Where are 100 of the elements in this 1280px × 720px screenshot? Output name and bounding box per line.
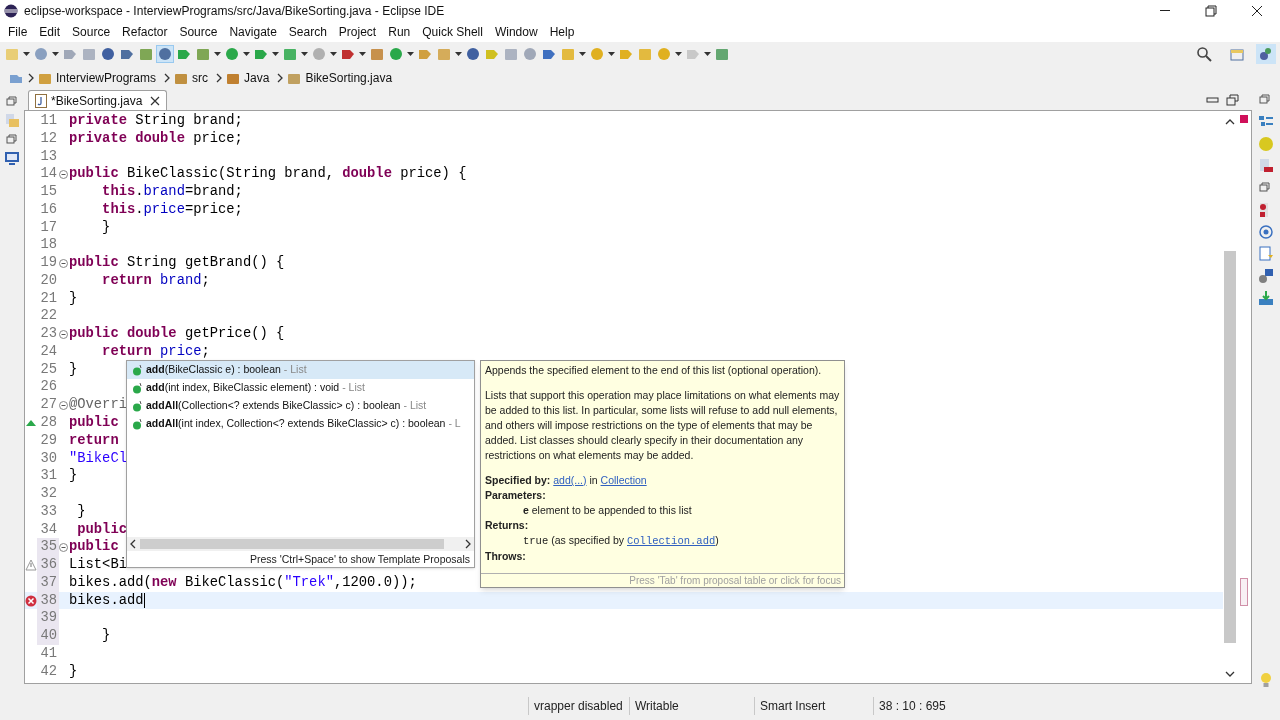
method-icon — [132, 418, 143, 430]
code-line: return price; — [101, 342, 210, 361]
menu-item[interactable]: Source — [173, 23, 224, 41]
status-text: 38 : 10 : 695 — [878, 698, 947, 715]
line-number: 26 — [39, 378, 58, 397]
menu-item[interactable]: Run — [382, 23, 417, 41]
fold-icon[interactable] — [59, 258, 68, 268]
menu-item[interactable]: Window — [488, 23, 544, 41]
lightbulb-icon[interactable] — [1259, 672, 1273, 688]
line-number: 29 — [39, 431, 58, 450]
line-number: 20 — [39, 271, 58, 290]
scroll-up-icon[interactable] — [1225, 117, 1235, 127]
console-icon[interactable] — [4, 150, 20, 166]
line-number: 24 — [39, 342, 58, 361]
java-perspective-icon[interactable] — [1256, 44, 1276, 64]
doc-paragraph: Lists that support this operation may place limitations on what elements may be added to this list. In particular, some lists will refuse to add null elements, and others will impose restrictions on the type of elements that may be added. List classes should clearly specify in their documentation any restrictions on what elements may be added. — [485, 388, 840, 463]
line-number: 33 — [39, 502, 58, 521]
fold-icon[interactable] — [59, 542, 68, 552]
restore-icon[interactable] — [6, 96, 18, 106]
menu-item[interactable]: Navigate — [223, 23, 283, 41]
menu-item[interactable]: Edit — [33, 23, 67, 41]
code-line: return — [69, 431, 119, 450]
code-line: "BikeCl — [69, 449, 127, 468]
code-line: return brand; — [101, 271, 210, 290]
code-line: } — [101, 218, 111, 237]
breadcrumb-item[interactable]: InterviewPrograms — [56, 69, 157, 87]
method-icon — [132, 382, 143, 394]
line-number: 13 — [39, 147, 58, 166]
open-perspective-icon[interactable] — [1229, 46, 1245, 62]
line-number: 42 — [39, 662, 58, 681]
returns-label: Returns: — [485, 518, 530, 533]
parameters-label: Parameters: — [485, 488, 547, 503]
code-line: } — [76, 502, 86, 521]
menu-item[interactable]: Source — [66, 23, 117, 41]
code-line: public — [69, 538, 119, 557]
code-line: public String getBrand() { — [69, 254, 285, 272]
status-text: Smart Insert — [759, 698, 827, 715]
proposal-item[interactable]: add(int index, BikeClassic element) : void - List — [127, 379, 474, 397]
menu-item[interactable]: Help — [543, 23, 581, 41]
code-line: @Overri — [69, 396, 127, 414]
throws-label: Throws: — [485, 549, 527, 564]
scroll-right-icon[interactable] — [464, 539, 472, 549]
line-number: 16 — [39, 200, 58, 219]
class-link[interactable]: Collection — [600, 474, 647, 486]
proposal-item[interactable]: add(BikeClassic e) : boolean - List — [127, 361, 474, 379]
menu-item[interactable]: Refactor — [116, 23, 174, 41]
code-line: } — [69, 360, 78, 379]
eclipse-logo-icon — [4, 4, 18, 18]
horizontal-scrollbar[interactable] — [127, 537, 474, 551]
code-line: this.price=price; — [101, 200, 243, 219]
line-number: 14 — [39, 165, 58, 184]
line-number: 15 — [39, 183, 58, 201]
scrollbar-thumb[interactable] — [1224, 251, 1236, 643]
line-number: 23 — [39, 325, 58, 343]
proposal-item[interactable]: addAll(Collection<? extends BikeClassic> c) : boolean - List — [127, 397, 474, 415]
returns-text: true (as specified by Collection.add) — [522, 533, 720, 549]
menu-item[interactable]: Quick Shell — [416, 23, 489, 41]
fold-icon[interactable] — [59, 329, 68, 339]
code-line: private double price; — [69, 129, 243, 148]
line-number: 22 — [39, 307, 58, 326]
line-number: 18 — [39, 236, 58, 255]
breadcrumb-item[interactable]: Java — [244, 69, 270, 87]
code-line: List<Bi — [69, 556, 127, 574]
menu-item[interactable]: Search — [282, 23, 333, 41]
line-number: 40 — [37, 627, 59, 645]
chevron-icon — [164, 73, 171, 83]
code-line: this.brand=brand; — [101, 183, 243, 201]
breadcrumb-item[interactable]: src — [192, 69, 209, 87]
editor-tab[interactable]: *BikeSorting.java — [28, 90, 168, 110]
maximize-icon[interactable] — [1226, 94, 1240, 106]
line-number: 39 — [37, 609, 59, 628]
line-number: 28 — [39, 414, 58, 432]
line-number: 12 — [39, 129, 58, 148]
fold-icon[interactable] — [59, 400, 68, 410]
fold-icon[interactable] — [59, 169, 68, 179]
annotation-marker — [1240, 578, 1248, 606]
menu-item[interactable]: File — [2, 23, 34, 41]
code-line: public — [76, 520, 127, 539]
line-number: 41 — [39, 644, 58, 663]
scroll-down-icon[interactable] — [1225, 669, 1235, 679]
proposal-item[interactable]: addAll(int index, Collection<? extends BikeClassic> c) : boolean - L — [127, 415, 474, 433]
breadcrumb-item[interactable]: BikeSorting.java — [305, 69, 393, 87]
close-icon[interactable] — [150, 95, 161, 106]
method-link[interactable]: add(...) — [553, 474, 587, 486]
specified-by-text: Specified by: add(...) in Collection — [485, 473, 648, 488]
menu-item[interactable]: Project — [332, 23, 383, 41]
line-number: 27 — [39, 396, 58, 414]
minimize-icon[interactable] — [1206, 94, 1220, 106]
scroll-left-icon[interactable] — [129, 539, 137, 549]
chevron-icon — [216, 73, 223, 83]
doc-paragraph: Appends the specified element to the end of this list (optional operation). — [485, 363, 823, 378]
line-number: 35 — [37, 538, 59, 557]
error-indicator — [1240, 115, 1248, 123]
code-line: bikes.add(new BikeClassic("Trek",1200.0)); — [69, 573, 417, 592]
line-number: 30 — [39, 449, 58, 468]
search-icon[interactable] — [1196, 46, 1212, 62]
chevron-icon — [277, 73, 284, 83]
line-number: 21 — [39, 289, 58, 308]
restore-icon[interactable] — [6, 134, 18, 144]
parameter-text: e element to be appended to this list — [522, 503, 693, 518]
